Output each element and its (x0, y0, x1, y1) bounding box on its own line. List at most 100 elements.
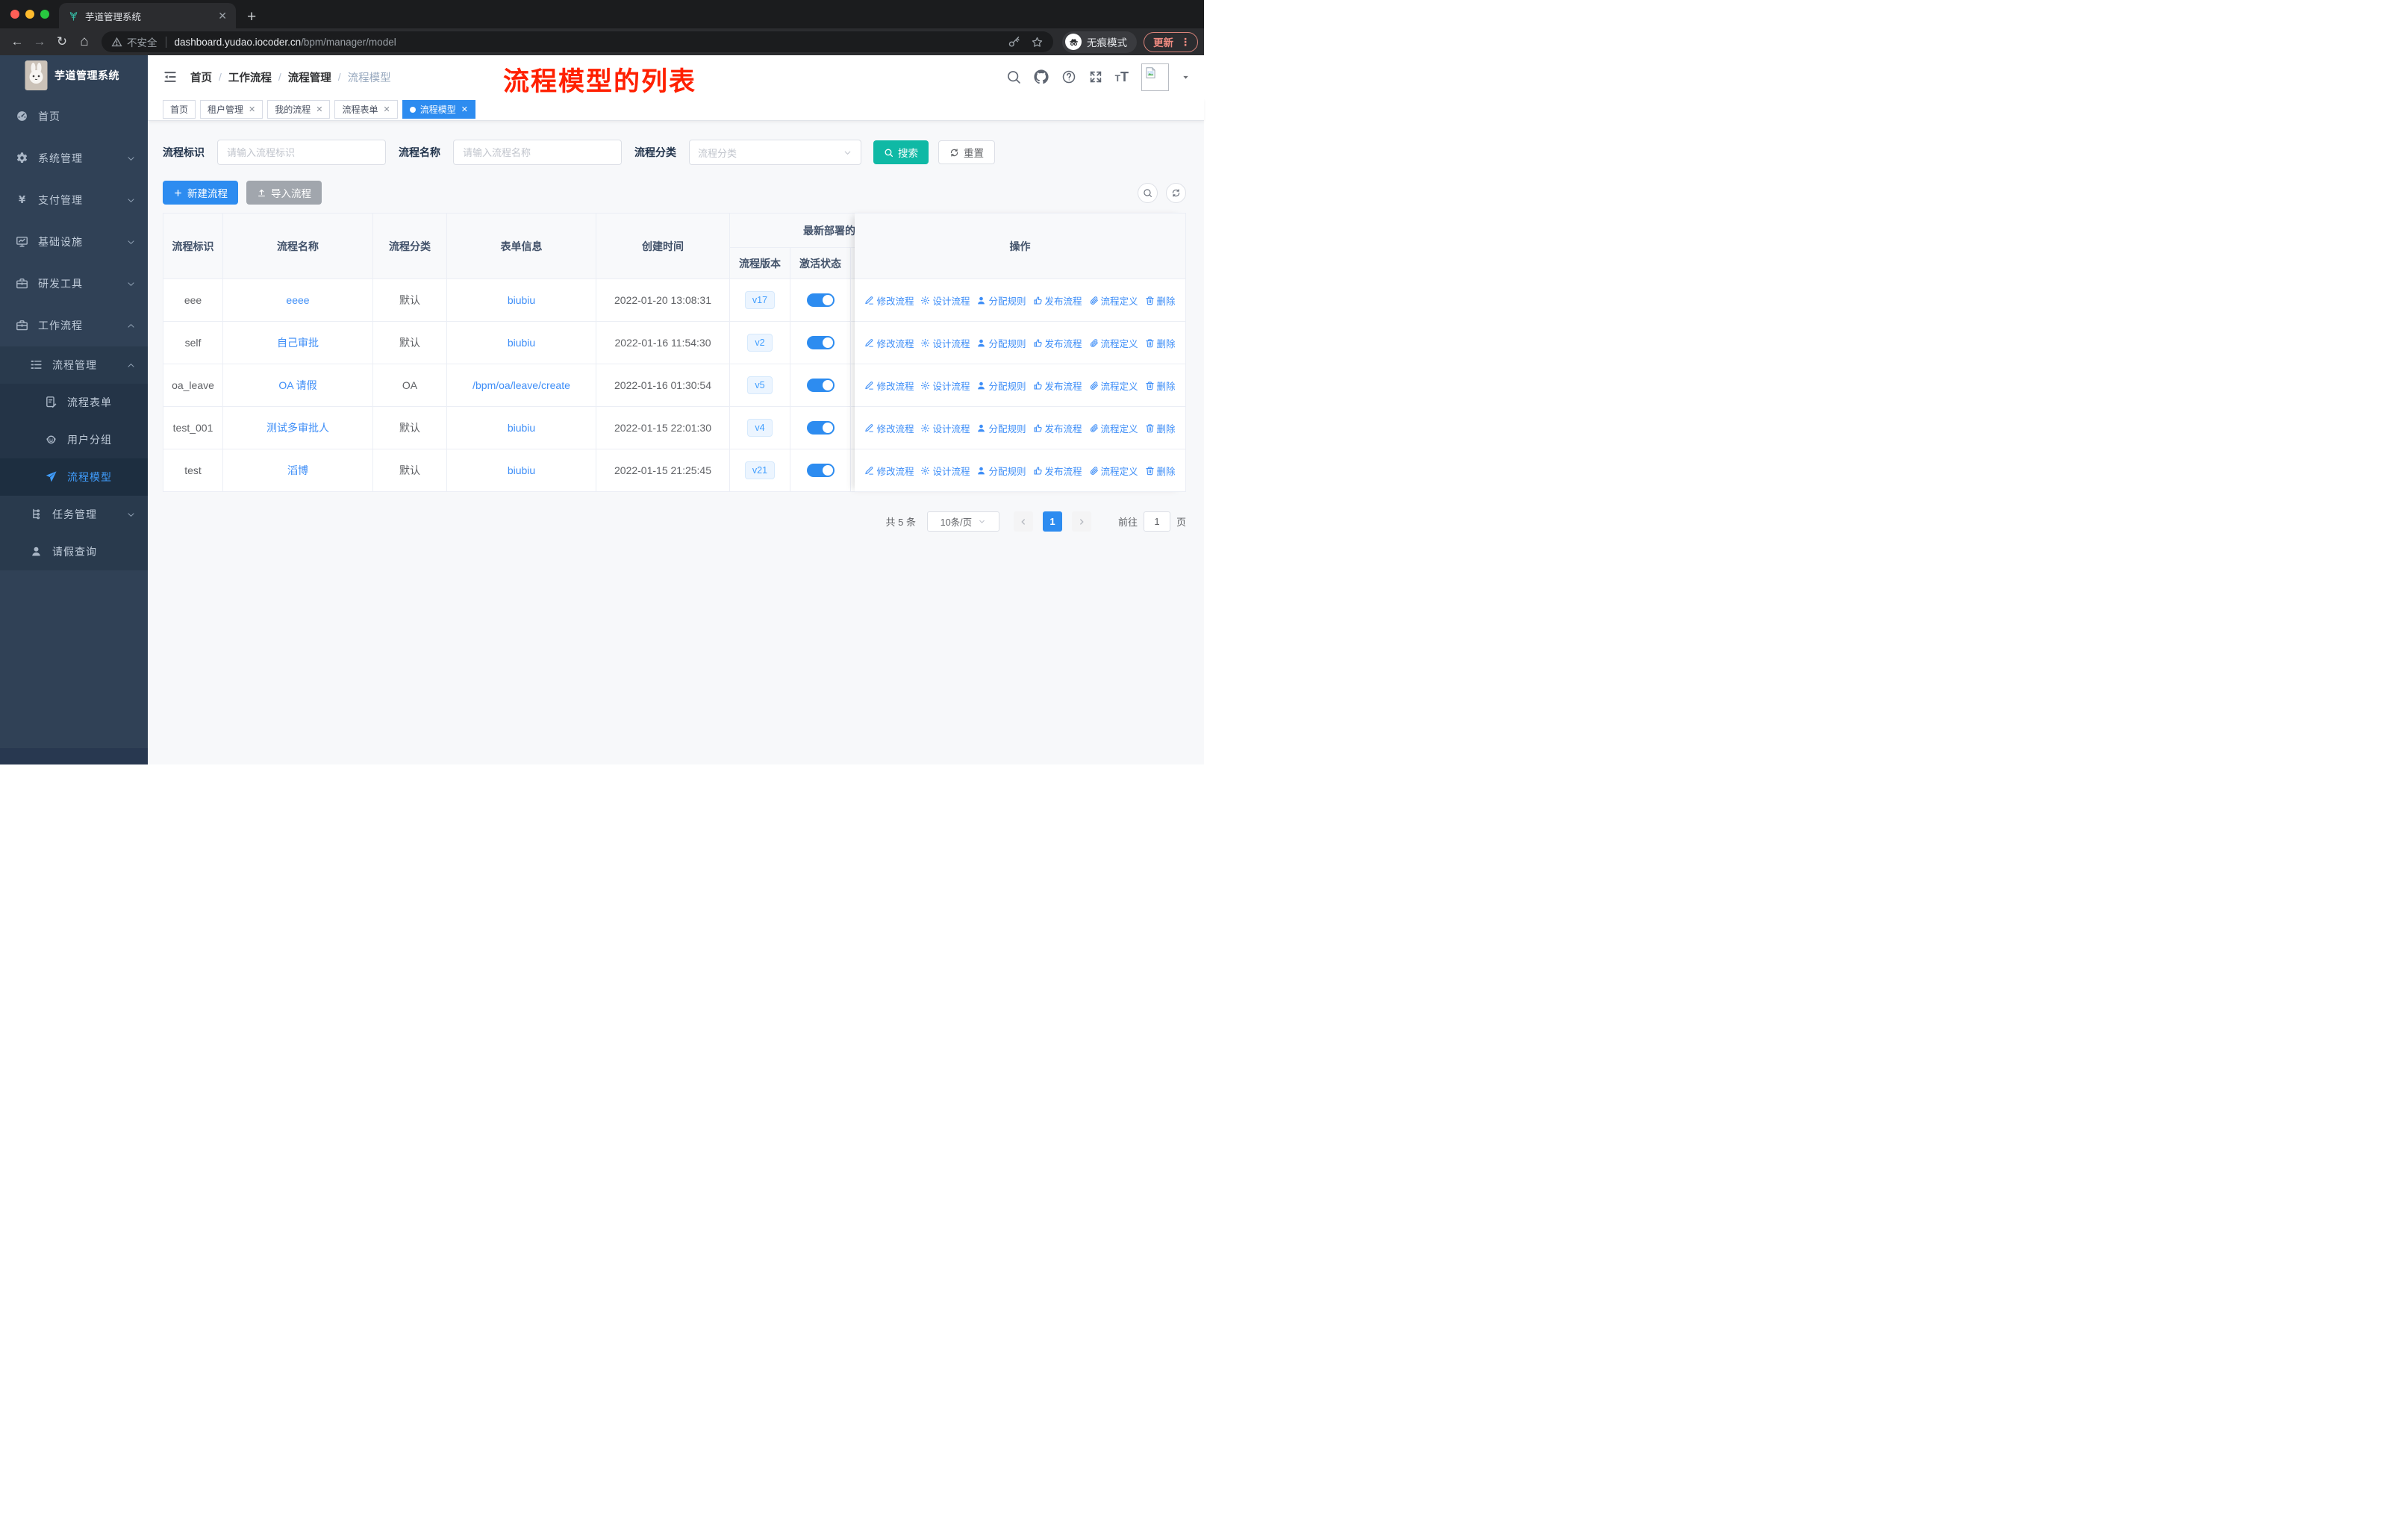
tag-close-icon[interactable]: ✕ (316, 105, 322, 114)
sidebar-item-3[interactable]: 基础设施 (0, 221, 148, 263)
active-toggle[interactable] (806, 379, 835, 393)
action-definition-link[interactable]: 流程定义 (1089, 379, 1138, 393)
action-delete-link[interactable]: 删除 (1145, 336, 1176, 350)
action-definition-link[interactable]: 流程定义 (1089, 293, 1138, 308)
window-close-button[interactable] (10, 10, 19, 19)
action-publish-link[interactable]: 发布流程 (1033, 464, 1082, 478)
breadcrumb-item-2[interactable]: 流程管理 (288, 69, 331, 85)
sidebar-item-9[interactable]: 流程模型 (0, 458, 148, 496)
form-link[interactable]: biubiu (508, 422, 535, 434)
active-toggle[interactable] (806, 336, 835, 350)
sidebar-item-1[interactable]: 系统管理 (0, 137, 148, 179)
form-link[interactable]: biubiu (508, 294, 535, 306)
create-process-button[interactable]: 新建流程 (163, 181, 238, 205)
user-menu-caret-icon[interactable] (1182, 73, 1190, 81)
tag-0[interactable]: 首页 (163, 100, 196, 119)
action-publish-link[interactable]: 发布流程 (1033, 336, 1082, 350)
sidebar-item-10[interactable]: 任务管理 (0, 496, 148, 533)
next-page-button[interactable] (1071, 511, 1091, 532)
tag-1[interactable]: 租户管理 ✕ (200, 100, 263, 119)
window-zoom-button[interactable] (40, 10, 49, 19)
import-process-button[interactable]: 导入流程 (246, 181, 322, 205)
action-definition-link[interactable]: 流程定义 (1089, 464, 1138, 478)
model-name-link[interactable]: 自己审批 (277, 337, 319, 349)
action-edit-link[interactable]: 修改流程 (864, 464, 914, 478)
model-name-link[interactable]: 滔博 (287, 464, 308, 476)
github-icon[interactable] (1034, 69, 1049, 84)
sidebar-item-5[interactable]: 工作流程 (0, 305, 148, 346)
sidebar-item-0[interactable]: 首页 (0, 96, 148, 137)
model-name-link[interactable]: OA 请假 (278, 379, 316, 391)
action-edit-link[interactable]: 修改流程 (864, 421, 914, 435)
action-delete-link[interactable]: 删除 (1145, 293, 1176, 308)
forward-icon[interactable]: → (28, 34, 51, 49)
sidebar-item-2[interactable]: ¥ 支付管理 (0, 179, 148, 221)
breadcrumb-item-0[interactable]: 首页 (190, 69, 212, 85)
form-link[interactable]: biubiu (508, 337, 535, 349)
active-toggle[interactable] (806, 464, 835, 478)
tag-2[interactable]: 我的流程 ✕ (267, 100, 331, 119)
sidebar-item-6[interactable]: 流程管理 (0, 346, 148, 384)
prev-page-button[interactable] (1013, 511, 1033, 532)
form-link[interactable]: /bpm/oa/leave/create (472, 379, 570, 391)
action-publish-link[interactable]: 发布流程 (1033, 379, 1082, 393)
action-assign-user-link[interactable]: 分配规则 (976, 336, 1026, 350)
filter-category-select[interactable]: 流程分类 (689, 140, 861, 165)
sidebar-item-11[interactable]: 请假查询 (0, 533, 148, 570)
toggle-search-button[interactable] (1138, 182, 1158, 203)
action-edit-link[interactable]: 修改流程 (864, 293, 914, 308)
fullscreen-icon[interactable] (1089, 70, 1102, 84)
url-bar[interactable]: 不安全 dashboard.yudao.iocoder.cn /bpm/mana… (102, 31, 1053, 52)
tag-close-icon[interactable]: ✕ (461, 105, 468, 114)
tag-4[interactable]: 流程模型 ✕ (402, 100, 475, 119)
model-name-link[interactable]: eeee (286, 294, 309, 306)
filter-key-input[interactable] (217, 140, 386, 165)
action-design-link[interactable]: 设计流程 (920, 421, 970, 435)
current-page[interactable]: 1 (1042, 511, 1062, 532)
tag-3[interactable]: 流程表单 ✕ (334, 100, 398, 119)
action-definition-link[interactable]: 流程定义 (1089, 336, 1138, 350)
action-delete-link[interactable]: 删除 (1145, 421, 1176, 435)
form-link[interactable]: biubiu (508, 464, 535, 476)
action-assign-user-link[interactable]: 分配规则 (976, 464, 1026, 478)
reload-icon[interactable]: ↻ (51, 34, 73, 49)
active-toggle[interactable] (806, 293, 835, 308)
search-icon[interactable] (1006, 69, 1021, 84)
action-delete-link[interactable]: 删除 (1145, 464, 1176, 478)
collapse-sidebar-icon[interactable] (163, 69, 178, 84)
sidebar-item-4[interactable]: 研发工具 (0, 263, 148, 305)
tab-close-icon[interactable]: ✕ (218, 10, 227, 22)
browser-update-button[interactable]: 更新 ⋮ (1144, 31, 1198, 52)
search-button[interactable]: 搜索 (873, 140, 929, 164)
sidebar-item-8[interactable]: 用户分组 (0, 421, 148, 458)
action-delete-link[interactable]: 删除 (1145, 379, 1176, 393)
sidebar-item-7[interactable]: 流程表单 (0, 384, 148, 421)
refresh-table-button[interactable] (1166, 182, 1186, 203)
action-design-link[interactable]: 设计流程 (920, 464, 970, 478)
back-icon[interactable]: ← (6, 34, 28, 49)
action-assign-user-link[interactable]: 分配规则 (976, 379, 1026, 393)
breadcrumb-item-1[interactable]: 工作流程 (228, 69, 272, 85)
action-publish-link[interactable]: 发布流程 (1033, 293, 1082, 308)
filter-name-input[interactable] (453, 140, 622, 165)
browser-menu-icon[interactable]: ⋮ (1180, 36, 1191, 49)
action-edit-link[interactable]: 修改流程 (864, 379, 914, 393)
reset-button[interactable]: 重置 (938, 140, 995, 164)
bookmark-star-icon[interactable] (1031, 36, 1044, 49)
action-publish-link[interactable]: 发布流程 (1033, 421, 1082, 435)
action-edit-link[interactable]: 修改流程 (864, 336, 914, 350)
action-design-link[interactable]: 设计流程 (920, 336, 970, 350)
avatar[interactable] (1141, 63, 1169, 91)
browser-tab[interactable]: 芋道管理系统 ✕ (59, 3, 236, 28)
tag-close-icon[interactable]: ✕ (249, 105, 255, 114)
action-definition-link[interactable]: 流程定义 (1089, 421, 1138, 435)
window-minimize-button[interactable] (25, 10, 34, 19)
home-icon[interactable]: ⌂ (73, 34, 96, 50)
font-size-icon[interactable]: TT (1115, 70, 1129, 84)
action-design-link[interactable]: 设计流程 (920, 293, 970, 308)
tag-close-icon[interactable]: ✕ (384, 105, 390, 114)
password-key-icon[interactable] (1008, 36, 1020, 49)
new-tab-button[interactable]: + (247, 9, 256, 25)
model-name-link[interactable]: 测试多审批人 (266, 422, 329, 434)
action-assign-user-link[interactable]: 分配规则 (976, 421, 1026, 435)
